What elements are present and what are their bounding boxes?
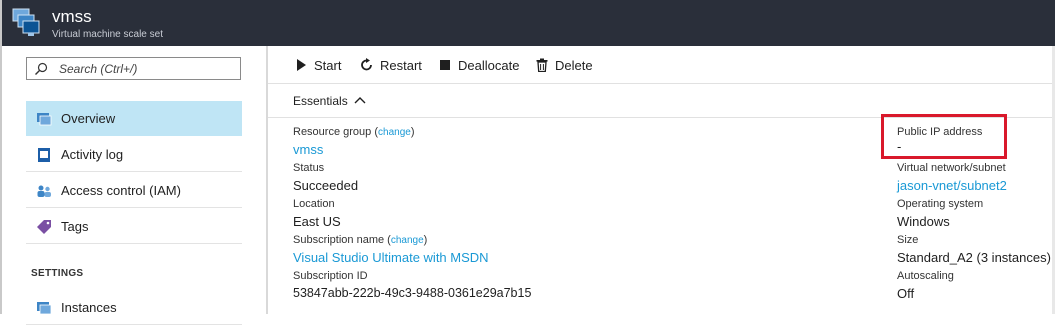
search-placeholder: Search (Ctrl+/) [59, 62, 138, 76]
activity-log-icon [38, 148, 50, 162]
resource-group-value[interactable]: vmss [293, 142, 323, 157]
sidebar-item-label: Access control (IAM) [61, 183, 181, 198]
search-input[interactable]: Search (Ctrl+/) [26, 57, 241, 80]
vnet-subnet-label: Virtual network/subnet [897, 162, 1006, 174]
subscription-id-value: 53847abb-222b-49c3-9488-0361e29a7b15 [293, 286, 532, 300]
iam-icon [37, 185, 51, 197]
subscription-id-label: Subscription ID [293, 270, 368, 282]
play-icon [297, 59, 306, 71]
page-subtitle: Virtual machine scale set [52, 29, 163, 40]
delete-label: Delete [555, 58, 593, 73]
deallocate-label: Deallocate [458, 58, 520, 73]
autoscaling-value: Off [897, 286, 915, 301]
restart-icon [361, 58, 372, 71]
os-label: Operating system [897, 198, 984, 210]
sidebar-item-label: Instances [61, 300, 117, 315]
autoscaling-label: Autoscaling [897, 270, 954, 282]
size-label: Size [897, 234, 919, 246]
sidebar: Search (Ctrl+/) Overview Activity log Ac… [2, 46, 266, 325]
sidebar-item-instances[interactable]: Instances [26, 290, 242, 325]
subscription-name-label: Subscription name (change) [293, 234, 428, 246]
command-bar: Start Restart Deallocate Delete [268, 46, 1055, 84]
subscription-change-link[interactable]: change [391, 235, 424, 246]
os-value: Windows [897, 214, 950, 229]
size-value: Standard_A2 (3 instances) [897, 250, 1051, 265]
sidebar-item-overview[interactable]: Overview [26, 101, 242, 136]
deallocate-button[interactable]: Deallocate [438, 57, 528, 75]
trash-icon [536, 58, 548, 72]
essentials-toggle[interactable]: Essentials [268, 84, 1055, 118]
resource-group-label: Resource group (change) [293, 126, 415, 138]
chevron-up-icon [354, 97, 366, 104]
page-title: vmss [52, 7, 92, 26]
settings-section-heading: SETTINGS [31, 268, 84, 279]
vm-scale-set-icon [12, 8, 40, 36]
delete-button[interactable]: Delete [535, 57, 597, 75]
sidebar-item-activity-log[interactable]: Activity log [26, 137, 242, 172]
resource-group-change-link[interactable]: change [378, 127, 411, 138]
blade-header: vmss Virtual machine scale set [0, 0, 1055, 46]
start-button[interactable]: Start [294, 57, 350, 75]
public-ip-highlight-box [881, 114, 1007, 159]
overview-icon [37, 113, 52, 126]
restart-label: Restart [380, 58, 422, 73]
sidebar-item-tags[interactable]: Tags [26, 209, 242, 244]
essentials-label: Essentials [293, 94, 348, 108]
status-value: Succeeded [293, 178, 359, 193]
start-label: Start [314, 58, 342, 73]
sidebar-item-access-control[interactable]: Access control (IAM) [26, 173, 242, 208]
subscription-name-value[interactable]: Visual Studio Ultimate with MSDN [293, 250, 489, 265]
tag-icon [37, 220, 51, 234]
sidebar-item-label: Activity log [61, 147, 124, 162]
location-value: East US [293, 214, 341, 229]
vnet-subnet-value[interactable]: jason-vnet/subnet2 [897, 178, 1007, 193]
location-label: Location [293, 198, 335, 210]
search-icon [35, 62, 48, 75]
stop-icon [440, 60, 450, 70]
sidebar-item-label: Overview [61, 111, 116, 126]
sidebar-item-label: Tags [61, 219, 89, 234]
status-label: Status [293, 162, 325, 174]
restart-button[interactable]: Restart [360, 57, 430, 75]
